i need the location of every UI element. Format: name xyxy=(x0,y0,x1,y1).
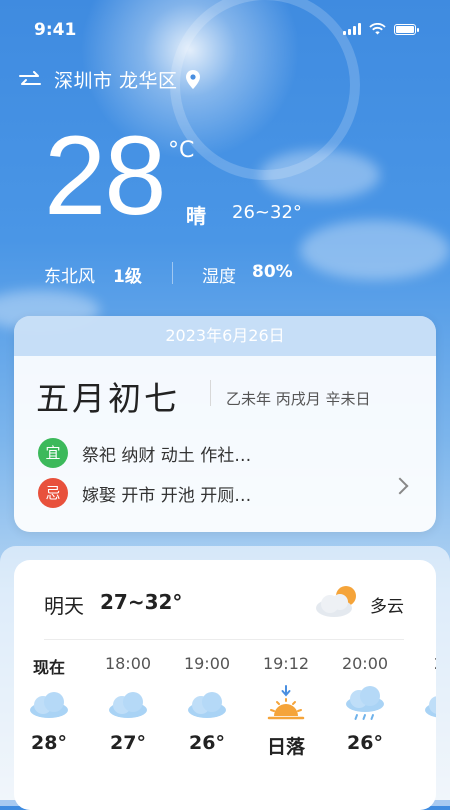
cloud-icon xyxy=(93,676,163,732)
ji-text: 嫁娶 开市 开池 开厕… xyxy=(82,485,252,506)
wind-level: 1级 xyxy=(113,267,142,287)
status-time: 9:41 xyxy=(34,20,77,40)
ganzhi-text: 乙未年 丙戌月 辛未日 xyxy=(226,390,371,408)
temperature-unit: °C xyxy=(168,138,195,163)
sunset-icon xyxy=(251,676,321,732)
forecast-card: 明天 27~32° 多云 现在 28° 18:00 27° 19:00 26° 19:12 日… xyxy=(14,560,436,810)
hourly-item: 19:00 26° xyxy=(172,654,242,754)
battery-icon xyxy=(394,23,419,35)
wifi-icon xyxy=(369,23,386,35)
signal-icon xyxy=(343,23,361,35)
chevron-right-icon[interactable] xyxy=(391,477,409,495)
ji-badge: 忌 xyxy=(38,478,68,508)
cloud-icon xyxy=(14,676,84,732)
background-cloud xyxy=(300,220,450,280)
hourly-item: 19:12 日落 xyxy=(251,654,321,759)
divider xyxy=(172,262,173,284)
yi-text: 祭祀 纳财 动土 作社… xyxy=(82,445,252,466)
switch-city-icon[interactable] xyxy=(18,70,42,89)
almanac-card[interactable]: 2023年6月26日 五月初七 乙未年 丙戌月 辛未日 宜 祭祀 纳财 动土 作… xyxy=(14,316,436,532)
hourly-forecast[interactable]: 现在 28° 18:00 27° 19:00 26° 19:12 日落 20:00 26° 21 2 xyxy=(14,654,436,774)
hourly-item: 20:00 26° xyxy=(330,654,400,754)
humidity-label: 湿度 xyxy=(202,267,236,287)
hour-time: 19:00 xyxy=(183,654,231,673)
status-bar: 9:41 xyxy=(0,0,450,60)
yi-row: 宜 祭祀 纳财 动土 作社… xyxy=(38,438,251,468)
today-range: 26~32° xyxy=(232,202,302,223)
calendar-date: 2023年6月26日 xyxy=(14,316,436,356)
lunar-date: 五月初七 xyxy=(36,379,180,418)
hourly-item: 21 2 xyxy=(409,654,436,754)
wind-direction: 东北风 xyxy=(44,267,95,287)
hour-value: 2 xyxy=(409,732,436,754)
tomorrow-condition: 多云 xyxy=(370,597,404,617)
partly-cloudy-icon xyxy=(316,586,356,617)
location-name[interactable]: 深圳市 龙华区 xyxy=(54,66,178,93)
divider xyxy=(44,639,404,640)
tomorrow-range: 27~32° xyxy=(100,590,183,614)
hour-time: 20:00 xyxy=(341,654,389,673)
background-cloud xyxy=(260,150,380,200)
yi-badge: 宜 xyxy=(38,438,68,468)
current-condition: 晴 xyxy=(186,204,206,228)
divider xyxy=(210,380,211,406)
hour-time: 现在 xyxy=(32,658,65,677)
hour-value: 28° xyxy=(31,732,67,754)
hour-time: 19:12 xyxy=(262,654,310,673)
cloud-icon xyxy=(172,676,242,732)
humidity-value: 80% xyxy=(252,262,293,282)
tomorrow-label: 明天 xyxy=(44,594,84,618)
hourly-item: 现在 28° xyxy=(14,654,84,754)
current-temperature: 28 xyxy=(44,113,167,238)
hour-time: 21 xyxy=(409,654,436,676)
hour-time: 18:00 xyxy=(104,654,152,673)
hour-value: 26° xyxy=(347,732,383,754)
hour-value: 26° xyxy=(189,732,225,754)
hour-value: 日落 xyxy=(266,736,305,758)
ji-row: 忌 嫁娶 开市 开池 开厕… xyxy=(38,478,251,508)
rain-cloud-icon xyxy=(330,676,400,732)
location-pin-icon xyxy=(185,70,200,89)
hourly-item: 18:00 27° xyxy=(93,654,163,754)
cloud-icon xyxy=(409,676,436,732)
hour-value: 27° xyxy=(110,732,146,754)
